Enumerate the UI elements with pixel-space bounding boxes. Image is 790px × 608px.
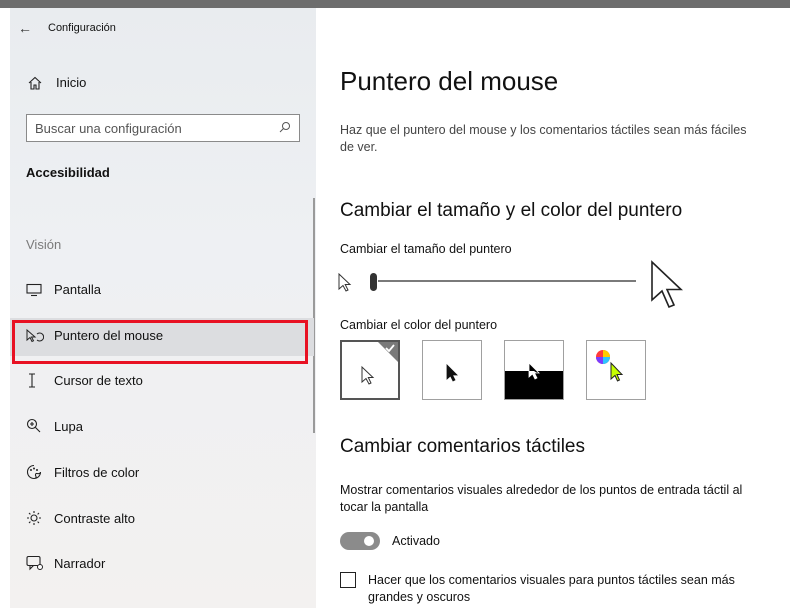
sidebar-item-label: Inicio (56, 75, 87, 90)
touch-feedback-toggle[interactable] (340, 532, 380, 550)
small-pointer-icon (338, 272, 352, 298)
sidebar-item-label: Cursor de texto (54, 373, 143, 388)
size-label: Cambiar el tamaño del puntero (340, 242, 512, 256)
pointer-size-slider-track[interactable] (378, 280, 636, 282)
page-description: Haz que el puntero del mouse y los comen… (340, 123, 747, 154)
pointer-color-black-option[interactable] (422, 340, 482, 400)
touch-feedback-label: Mostrar comentarios visuales alrededor d… (340, 483, 743, 514)
sidebar-scrollbar[interactable] (313, 198, 315, 433)
pointer-color-custom-option[interactable] (586, 340, 646, 400)
window-title: Configuración (48, 22, 116, 34)
color-label: Cambiar el color del puntero (340, 318, 498, 332)
sidebar-item-contraste-alto[interactable]: Contraste alto (26, 510, 135, 526)
sidebar-item-cursor-de-texto[interactable]: Cursor de texto (26, 373, 143, 388)
section-heading-size-color: Cambiar el tamaño y el color del puntero (340, 200, 683, 221)
text-cursor-icon (26, 373, 54, 388)
search-placeholder: Buscar una configuración (35, 120, 182, 136)
sidebar-item-label: Pantalla (54, 282, 101, 297)
main-panel: Puntero del mouse Haz que el puntero del… (316, 8, 790, 608)
sidebar-item-inicio[interactable]: Inicio (28, 75, 86, 90)
back-arrow-icon[interactable]: ← (18, 20, 48, 36)
pointer-size-slider-thumb[interactable] (370, 273, 377, 291)
sidebar-item-label: Filtros de color (54, 464, 140, 480)
darker-feedback-label: Hacer que los comentarios visuales para … (368, 573, 735, 604)
home-icon (28, 76, 56, 90)
sidebar-item-label: Contraste alto (54, 510, 135, 526)
magnifier-icon (26, 418, 54, 434)
sidebar-item-pantalla[interactable]: Pantalla (26, 282, 101, 297)
pointer-color-inverted-option[interactable] (504, 340, 564, 400)
toggle-state-label: Activado (392, 534, 440, 548)
high-contrast-icon (26, 510, 54, 526)
sidebar-item-narrador[interactable]: Narrador (26, 555, 105, 571)
sidebar-item-lupa[interactable]: Lupa (26, 418, 83, 434)
large-pointer-icon (650, 260, 688, 317)
color-filter-icon (26, 464, 54, 480)
window-top-border (0, 0, 790, 8)
section-heading-touch: Cambiar comentarios táctiles (340, 436, 585, 457)
toggle-knob (364, 536, 374, 546)
search-input[interactable]: Buscar una configuración (26, 114, 300, 142)
narrator-icon (26, 555, 54, 571)
darker-feedback-checkbox[interactable] (340, 572, 356, 588)
pointer-color-white-option[interactable] (340, 340, 400, 400)
selection-highlight-box (12, 320, 308, 364)
sidebar-item-label: Lupa (54, 418, 83, 434)
window-titlebar: ← Configuración (18, 20, 116, 36)
monitor-icon (26, 283, 54, 297)
page-title: Puntero del mouse (340, 66, 559, 96)
search-icon[interactable] (279, 121, 291, 136)
sidebar-item-label: Narrador (54, 555, 106, 571)
group-label-vision: Visión (26, 237, 62, 252)
section-title: Accesibilidad (26, 165, 110, 180)
sidebar-item-filtros-de-color[interactable]: Filtros de color (26, 464, 139, 480)
